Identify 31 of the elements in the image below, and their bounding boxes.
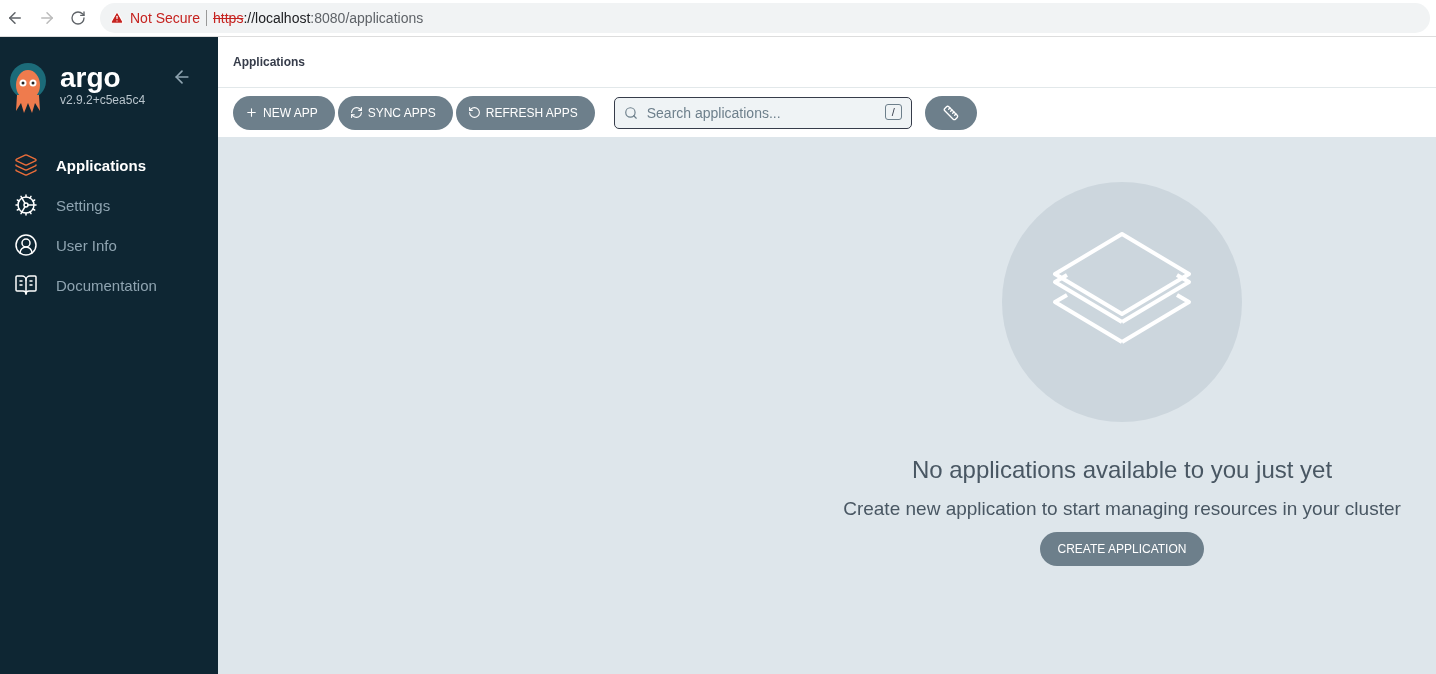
search-icon xyxy=(623,105,638,120)
create-application-button[interactable]: CREATE APPLICATION xyxy=(1039,532,1205,566)
ruler-button[interactable] xyxy=(924,95,977,130)
ruler-icon xyxy=(942,104,959,121)
book-icon xyxy=(14,273,38,297)
user-icon xyxy=(14,233,38,257)
url-text: https://localhost:8080/applications xyxy=(213,10,424,26)
refresh-icon xyxy=(467,106,481,119)
toolbar-button[interactable]: NEW APP xyxy=(233,95,335,130)
shortcut-key: / xyxy=(884,103,902,120)
back-icon[interactable] xyxy=(6,9,24,27)
octopus-logo-icon xyxy=(8,63,48,115)
sidebar-item[interactable]: User Info xyxy=(0,225,218,265)
toolbar-button[interactable]: REFRESH APPS xyxy=(455,95,595,130)
logo-text: argo xyxy=(60,63,122,93)
version-label: v2.9.2+c5ea5c4 xyxy=(60,93,147,107)
sidebar-item[interactable]: Settings xyxy=(0,185,218,225)
security-label: Not Secure xyxy=(130,10,208,26)
empty-subtitle: Create new application to start managing resources in your cluster xyxy=(843,498,1401,520)
warning-icon xyxy=(110,11,124,25)
toolbar-button[interactable]: SYNC APPS xyxy=(337,95,453,130)
reload-icon[interactable] xyxy=(70,10,86,26)
sidebar-item[interactable]: Documentation xyxy=(0,265,218,305)
address-bar[interactable]: Not Secure https://localhost:8080/applications xyxy=(100,3,1430,33)
page-title: Applications xyxy=(233,55,305,69)
plus-icon xyxy=(245,106,258,119)
gears-icon xyxy=(14,193,38,217)
layers-icon xyxy=(14,153,38,177)
empty-title: No applications available to you just yet xyxy=(911,456,1333,484)
sidebar-item[interactable]: Applications xyxy=(0,145,218,185)
sync-icon xyxy=(349,106,363,119)
